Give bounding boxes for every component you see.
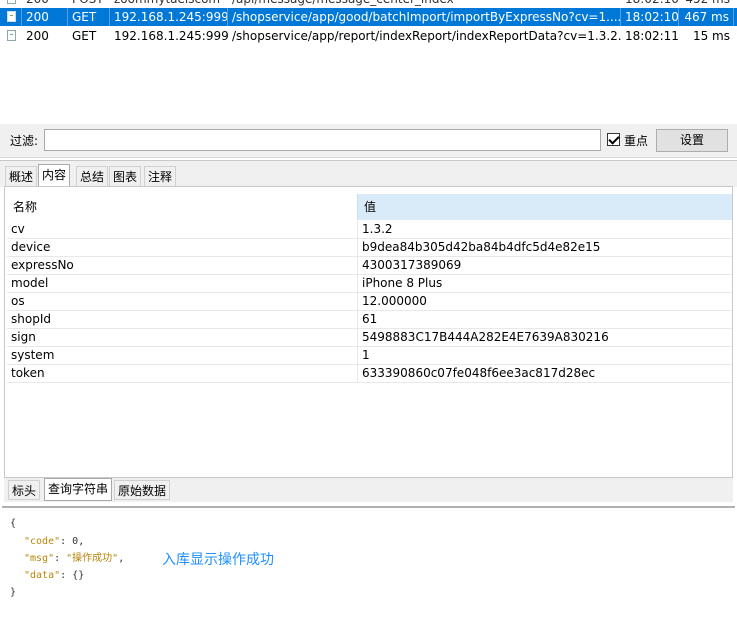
tab-upper-3[interactable]: 图表: [109, 166, 142, 186]
param-value: 61: [357, 311, 732, 328]
request-duration: 15 ms: [692, 29, 730, 43]
param-name: expressNo: [11, 258, 74, 272]
column-header-value[interactable]: 值: [357, 194, 732, 220]
settings-button[interactable]: 设置: [656, 129, 728, 152]
document-icon: [7, 0, 16, 4]
table-body: cv 1.3.2 device b9dea84b305d42ba84b4dfc5d4e…: [7, 221, 732, 383]
param-value: b9dea84b305d42ba84b4dfc5d4e82e15: [357, 239, 732, 256]
param-value: 1.3.2: [357, 221, 732, 238]
request-doc-icon: [2, 27, 22, 45]
request-row[interactable]: 200 GET 192.168.1.245:9999/shopservice/app…: [0, 27, 737, 45]
tab-lower-0[interactable]: 标头: [8, 480, 41, 500]
json-key-data: "data": [24, 570, 61, 581]
document-icon: [7, 30, 16, 41]
table-row[interactable]: sign 5498883C17B444A282E4E7639A830216: [7, 329, 732, 347]
raw-response-view: { "code": 0, "msg": "操作成功", "data": {} }…: [2, 506, 735, 639]
json-line-code: "code": 0,: [24, 536, 85, 547]
table-row[interactable]: expressNo 4300317389069: [7, 257, 732, 275]
request-duration: 452 ms: [679, 0, 734, 8]
json-value-data: {}: [72, 570, 85, 581]
param-value: 4300317389069: [357, 257, 732, 274]
filter-label: 过滤:: [10, 134, 39, 148]
request-tab-bar: 标头 查询字符串 原始数据: [4, 478, 733, 502]
key-checkbox-label: 重点: [624, 134, 649, 148]
json-key-code: "code": [24, 536, 61, 547]
column-header-name[interactable]: 名称: [7, 194, 357, 220]
table-row[interactable]: shopId 61: [7, 311, 732, 329]
param-name: os: [11, 294, 25, 308]
tab-lower-2[interactable]: 原始数据: [114, 480, 171, 500]
filter-bar: 过滤: 重点 设置: [0, 124, 737, 158]
request-host: zoommytaeiscom: [110, 0, 228, 8]
param-name: shopId: [11, 312, 51, 326]
request-path: /shopservice/app/report/indexReport/inde…: [232, 29, 621, 43]
request-doc-icon: [2, 0, 22, 8]
request-path: /api/message/message_center_index: [228, 0, 621, 8]
table-row[interactable]: os 12.000000: [7, 293, 732, 311]
json-line-msg: "msg": "操作成功",: [24, 553, 125, 564]
json-key-msg: "msg": [24, 553, 55, 564]
tab-lower-1[interactable]: 查询字符串: [44, 478, 113, 501]
tab-upper-4[interactable]: 注释: [144, 166, 177, 186]
param-name: model: [11, 276, 49, 290]
request-host: 192.168.1.245:9999: [110, 8, 228, 26]
request-list[interactable]: 200POSTzoommytaeiscom/api/message/messag…: [0, 0, 737, 124]
tab-upper-0[interactable]: 概述: [5, 166, 38, 186]
request-row[interactable]: 200POSTzoommytaeiscom/api/message/messag…: [0, 0, 737, 8]
query-string-table: 名称 值 cv 1.3.2 device b9dea84b305d42ba84b4df…: [4, 186, 733, 478]
tab-upper-1[interactable]: 内容: [38, 164, 71, 187]
table-row[interactable]: system 1: [7, 347, 732, 365]
param-name: device: [11, 240, 51, 254]
param-name: system: [11, 348, 55, 362]
detail-tab-bar: 概述 内容 总结 图表 注释: [0, 160, 737, 187]
request-status: 200: [26, 29, 49, 43]
filter-input[interactable]: [44, 129, 601, 151]
request-path: /shopservice/app/good/batchImport/import…: [228, 8, 621, 26]
request-time: 18:02:10: [621, 8, 679, 26]
table-row[interactable]: device b9dea84b305d42ba84b4dfc5d4e82e15: [7, 239, 732, 257]
param-value: 12.000000: [357, 293, 732, 310]
table-row[interactable]: model iPhone 8 Plus: [7, 275, 732, 293]
json-value-msg: "操作成功": [66, 553, 119, 564]
request-status: 200: [22, 8, 68, 26]
request-time: 18:02:11: [625, 29, 679, 43]
param-name: token: [11, 366, 45, 380]
request-method: POST: [68, 0, 110, 8]
tab-upper-2[interactable]: 总结: [76, 166, 109, 186]
request-duration: 467 ms: [679, 8, 734, 26]
table-header: 名称 值: [7, 194, 732, 220]
json-line-data: "data": {}: [24, 570, 85, 581]
request-status: 200: [22, 0, 68, 8]
json-open-brace: {: [10, 518, 17, 529]
param-name: sign: [11, 330, 36, 344]
json-close-brace: }: [10, 587, 17, 598]
param-value: 633390860c07fe048f6ee3ac817d28ec: [357, 365, 732, 382]
param-name: cv: [11, 222, 25, 236]
document-icon: [7, 11, 16, 22]
annotation-text: 入库显示操作成功: [162, 552, 274, 568]
request-method: GET: [68, 8, 110, 26]
table-row[interactable]: token 633390860c07fe048f6ee3ac817d28ec: [7, 365, 732, 383]
key-checkbox[interactable]: [607, 133, 620, 146]
param-value: iPhone 8 Plus: [357, 275, 732, 292]
request-time: 18:02:10: [621, 0, 679, 8]
request-row[interactable]: 200 GET 192.168.1.245:9999/shopservice/app…: [0, 8, 737, 26]
request-method: GET: [72, 29, 97, 43]
request-host: 192.168.1.245:9999: [114, 29, 228, 43]
request-doc-icon: [2, 8, 22, 26]
param-value: 5498883C17B444A282E4E7639A830216: [357, 329, 732, 346]
param-value: 1: [357, 347, 732, 364]
table-row[interactable]: cv 1.3.2: [7, 221, 732, 239]
